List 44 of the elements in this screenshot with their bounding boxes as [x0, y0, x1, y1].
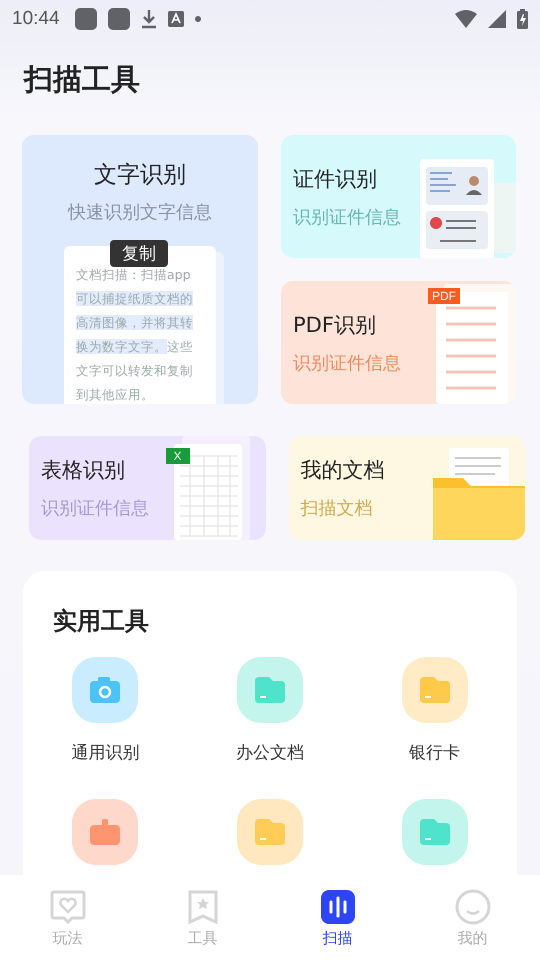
dot-icon: [194, 16, 201, 22]
heart-icon: [50, 889, 86, 925]
id-recognition-card[interactable]: 证件识别 识别证件信息: [281, 135, 516, 258]
card-title: PDF识别: [293, 312, 377, 338]
battery-icon: [517, 9, 528, 29]
card-subtitle: 识别证件信息: [293, 206, 401, 228]
signal-icon: [488, 10, 506, 28]
wifi-icon: [455, 10, 477, 28]
card-subtitle: 扫描文档: [300, 497, 374, 520]
copy-tooltip[interactable]: 复制: [110, 240, 168, 267]
download-icon: [140, 9, 157, 29]
tool-label[interactable]: 办公文档: [236, 741, 304, 764]
notification-icon: [74, 8, 97, 30]
card-title: 我的文档: [300, 457, 384, 484]
briefcase-icon[interactable]: [72, 799, 138, 865]
card-subtitle: 识别证件信息: [41, 497, 149, 520]
folder-icon[interactable]: [236, 657, 303, 723]
tool-label[interactable]: 通用识别: [71, 741, 140, 764]
status-time: 10:44: [12, 8, 60, 30]
my-documents-card[interactable]: 我的文档 扫描文档: [288, 436, 525, 540]
pdf-badge: PDF: [428, 288, 460, 304]
sample-text-line: 文档扫描：扫描app: [76, 266, 192, 284]
card-title: 表格识别: [41, 457, 126, 484]
tool-label[interactable]: 银行卡: [409, 741, 460, 764]
table-recognition-card[interactable]: 表格识别 识别证件信息 X: [29, 436, 266, 540]
nav-tab[interactable]: 扫描: [270, 875, 405, 960]
section-title: 实用工具: [53, 607, 149, 635]
text-recognition-card[interactable]: 文字识别 快速识别文字信息 复制 文档扫描：扫描app 可以捕捉纸质文档的 高清图像，并将其转 换为数字文字。这些 文字可以转发和复制 到其他应用。: [22, 135, 258, 404]
notification-icon: [108, 8, 130, 30]
card-title: 文字识别: [94, 161, 186, 190]
card-title: 证件识别: [293, 166, 378, 192]
camera-icon[interactable]: [72, 657, 138, 723]
card-subtitle: 识别证件信息: [293, 352, 401, 374]
bookmark-icon: [186, 889, 218, 925]
smiley-icon: [454, 889, 490, 925]
scan-icon: [320, 889, 354, 925]
sample-text-line: 到其他应用。: [76, 386, 155, 404]
sample-text-line: 文字可以转发和复制: [76, 362, 194, 380]
card-subtitle: 快速识别文字信息: [68, 201, 212, 224]
pdf-recognition-card[interactable]: PDF识别 识别证件信息 PDF: [281, 281, 516, 404]
folder-icon[interactable]: [402, 799, 468, 865]
excel-badge: X: [166, 448, 190, 464]
page-title: 扫描工具: [24, 61, 141, 98]
sample-text-line: 换为数字文字。这些: [76, 338, 194, 356]
